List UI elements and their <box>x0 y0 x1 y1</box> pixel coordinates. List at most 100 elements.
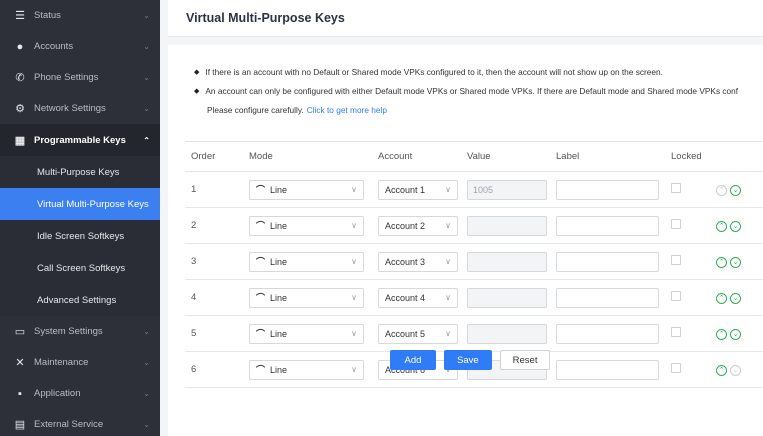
sidebar-item-virtual-multi-purpose-keys[interactable]: Virtual Multi-Purpose Keys <box>0 188 160 220</box>
label-field[interactable] <box>556 251 659 272</box>
account-select[interactable]: Account 2 ∨ <box>378 215 458 236</box>
move-up-icon[interactable]: ⌃ <box>716 292 727 304</box>
nav-maintenance[interactable]: ✕ Maintenance ⌄ <box>0 347 160 378</box>
move-down-icon[interactable]: ⌄ <box>730 256 741 268</box>
locked-cell <box>665 315 710 352</box>
move-up-icon[interactable]: ⌃ <box>716 328 727 340</box>
mode-value: Line <box>270 328 288 339</box>
nav-programmable-keys[interactable]: ▦ Programmable Keys ⌃ <box>0 124 160 156</box>
page-title: Virtual Multi-Purpose Keys <box>186 11 345 25</box>
nav-label: Application <box>34 388 81 399</box>
careful-note: Please configure carefully. Click to get… <box>194 100 763 120</box>
sidebar-item-advanced-settings[interactable]: Advanced Settings <box>0 284 160 316</box>
nav-network-settings[interactable]: ⚙ Network Settings ⌄ <box>0 93 160 124</box>
note-text: If there is an account with no Default o… <box>205 66 663 77</box>
move-up-icon[interactable]: ⌃ <box>716 256 727 268</box>
locked-checkbox[interactable] <box>671 291 681 301</box>
line-icon: ⌒ <box>256 293 266 303</box>
nav-external-service[interactable]: ▤ External Service ⌄ <box>0 409 160 436</box>
order-cell: 1 <box>185 171 243 208</box>
line-icon: ⌒ <box>256 185 266 195</box>
nav-system-settings[interactable]: ▭ System Settings ⌄ <box>0 316 160 347</box>
nav-label: Accounts <box>34 41 74 52</box>
sidebar-item-idle-screen-softkeys[interactable]: Idle Screen Softkeys <box>0 220 160 252</box>
move-cell: ⌃ ⌄ <box>710 171 763 208</box>
move-up-icon[interactable]: ⌃ <box>716 364 727 376</box>
locked-checkbox[interactable] <box>671 255 681 265</box>
nav-label: Programmable Keys <box>34 134 126 146</box>
account-value: Account 5 <box>385 328 426 339</box>
add-button[interactable]: Add <box>390 350 436 370</box>
reset-button[interactable]: Reset <box>499 350 551 370</box>
locked-checkbox[interactable] <box>671 327 681 337</box>
order-cell: 5 <box>185 315 243 352</box>
account-value: Account 3 <box>385 256 426 267</box>
locked-checkbox[interactable] <box>671 219 681 229</box>
move-down-icon[interactable]: ⌄ <box>730 328 741 340</box>
mode-value: Line <box>270 256 288 267</box>
label-field[interactable] <box>556 323 659 344</box>
account-value: Account 2 <box>385 220 426 231</box>
move-up-icon[interactable]: ⌃ <box>716 220 727 232</box>
account-select[interactable]: Account 5 ∨ <box>378 323 458 344</box>
label-field[interactable] <box>556 179 659 200</box>
move-down-icon[interactable]: ⌄ <box>730 292 741 304</box>
diamond-bullet-icon: ◆ <box>194 68 200 76</box>
mode-select[interactable]: ⌒ Line ∨ <box>249 359 364 380</box>
locked-cell <box>665 207 710 244</box>
nav-application[interactable]: ▪ Application ⌄ <box>0 378 160 409</box>
sidebar-item-multi-purpose-keys[interactable]: Multi-Purpose Keys <box>0 156 160 188</box>
account-cell: Account 4 ∨ <box>372 279 461 316</box>
nav-label: Status <box>34 10 61 21</box>
monitor-icon: ▭ <box>14 326 26 338</box>
account-cell: Account 3 ∨ <box>372 243 461 280</box>
mode-select[interactable]: ⌒ Line ∨ <box>249 179 364 200</box>
chevron-down-icon: ∨ <box>351 293 357 302</box>
nav-accounts[interactable]: ● Accounts ⌄ <box>0 31 160 62</box>
account-select[interactable]: Account 4 ∨ <box>378 287 458 308</box>
line-icon: ⌒ <box>256 221 266 231</box>
move-cell: ⌃ ⌄ <box>710 315 763 352</box>
page-header: Virtual Multi-Purpose Keys <box>168 0 763 37</box>
move-down-icon[interactable]: ⌄ <box>730 184 741 196</box>
label-field[interactable] <box>556 287 659 308</box>
chevron-down-icon: ∨ <box>351 257 357 266</box>
locked-checkbox[interactable] <box>671 183 681 193</box>
nav-label: External Service <box>34 419 104 430</box>
nav-phone-settings[interactable]: ✆ Phone Settings ⌄ <box>0 62 160 93</box>
chevron-down-icon: ∨ <box>351 221 357 230</box>
locked-cell <box>665 279 710 316</box>
chevron-down-icon: ∨ <box>351 329 357 338</box>
move-down-icon[interactable]: ⌄ <box>730 220 741 232</box>
user-icon: ● <box>16 40 24 53</box>
mode-select[interactable]: ⌒ Line ∨ <box>249 323 364 344</box>
mode-cell: ⌒ Line ∨ <box>243 243 372 280</box>
diamond-bullet-icon: ◆ <box>194 87 200 95</box>
mode-value: Line <box>270 220 288 231</box>
label-field[interactable] <box>556 215 659 236</box>
chevron-down-icon: ⌄ <box>143 389 150 398</box>
mode-select[interactable]: ⌒ Line ∨ <box>249 215 364 236</box>
save-button[interactable]: Save <box>444 350 492 370</box>
content-panel: ◆ If there is an account with no Default… <box>168 45 763 436</box>
locked-checkbox[interactable] <box>671 363 681 373</box>
account-select[interactable]: Account 1 ∨ <box>378 179 458 200</box>
account-select[interactable]: Account 3 ∨ <box>378 251 458 272</box>
mode-select[interactable]: ⌒ Line ∨ <box>249 287 364 308</box>
chevron-down-icon: ⌄ <box>143 11 150 20</box>
sidebar: ☰ Status ⌄ ● Accounts ⌄ ✆ Phone Settings… <box>0 0 160 436</box>
nav-status[interactable]: ☰ Status ⌄ <box>0 0 160 31</box>
form-actions: Add Save Reset <box>390 350 551 370</box>
col-move <box>710 141 763 172</box>
chevron-up-icon: ⌃ <box>143 135 150 145</box>
col-locked: Locked <box>665 141 710 172</box>
mode-select[interactable]: ⌒ Line ∨ <box>249 251 364 272</box>
document-icon: ▤ <box>14 419 26 431</box>
sidebar-item-call-screen-softkeys[interactable]: Call Screen Softkeys <box>0 252 160 284</box>
table-row: 5 ⌒ Line ∨ Account 5 ∨ ⌃ ⌄ <box>185 315 763 352</box>
label-field[interactable] <box>556 359 659 380</box>
grid-icon: ▪ <box>18 387 22 400</box>
account-value: Account 4 <box>385 292 426 303</box>
value-field <box>467 215 547 236</box>
help-link[interactable]: Click to get more help <box>307 105 387 115</box>
